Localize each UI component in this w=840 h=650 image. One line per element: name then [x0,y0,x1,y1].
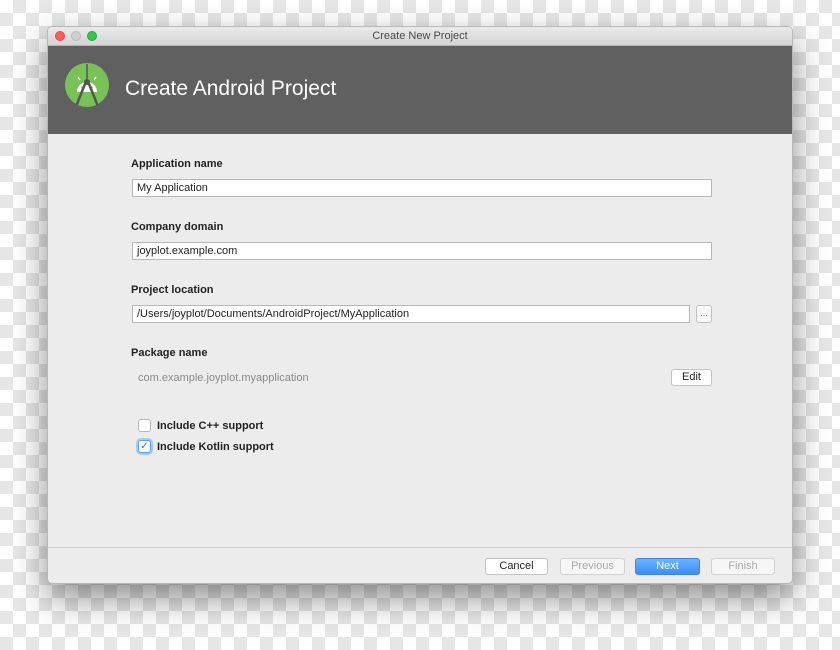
browse-location-button[interactable]: ... [696,305,712,323]
form-area: Application name My Application Company … [48,134,792,547]
footer-divider [48,547,792,548]
app-name-label: Application name [131,158,223,170]
include-kotlin-checkbox[interactable]: ✓ [138,440,151,453]
company-domain-label: Company domain [131,221,224,233]
include-cpp-label: Include C++ support [157,420,264,432]
android-studio-icon [65,63,109,107]
app-name-input[interactable]: My Application [132,179,712,197]
page-title: Create Android Project [125,77,337,100]
create-project-dialog: Create New Project Create Android Projec… [47,26,793,584]
include-kotlin-label: Include Kotlin support [157,441,274,453]
edit-package-button[interactable]: Edit [671,369,712,386]
package-name-value: com.example.joyplot.myapplication [138,372,309,384]
project-location-input[interactable]: /Users/joyplot/Documents/AndroidProject/… [132,305,690,323]
dialog-header: Create Android Project [48,46,792,134]
company-domain-input[interactable]: joyplot.example.com [132,242,712,260]
package-name-label: Package name [131,347,208,359]
project-location-label: Project location [131,284,214,296]
include-cpp-checkbox[interactable] [138,419,151,432]
window-title: Create New Project [372,30,468,42]
title-bar: Create New Project [48,27,792,46]
finish-button[interactable]: Finish [711,558,775,575]
cancel-button[interactable]: Cancel [485,558,548,575]
previous-button[interactable]: Previous [560,558,625,575]
next-button[interactable]: Next [635,558,700,575]
